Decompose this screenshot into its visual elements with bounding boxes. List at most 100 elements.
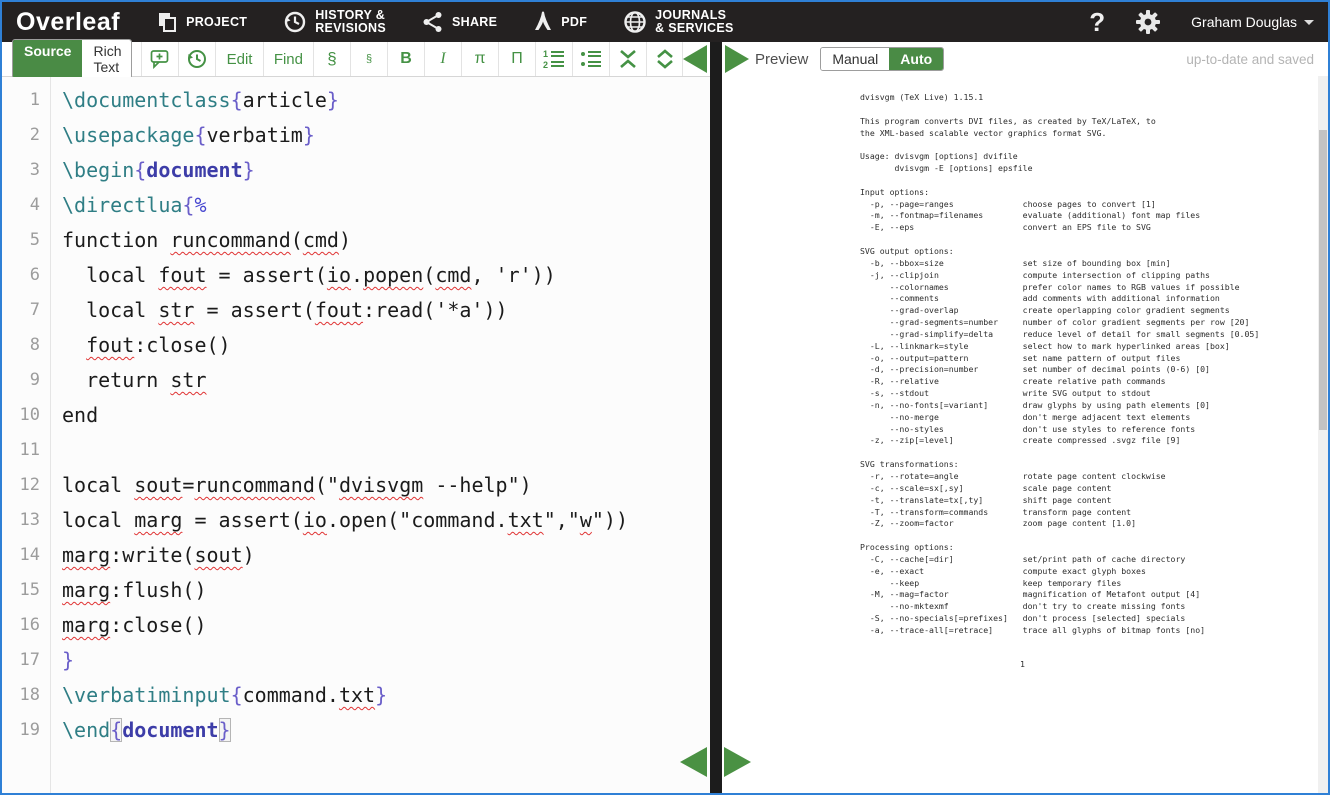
line-number[interactable]: 14: [2, 538, 50, 573]
line-number[interactable]: 11: [2, 433, 50, 468]
expand-preview-arrow[interactable]: [725, 45, 749, 73]
line-number[interactable]: 7: [2, 293, 50, 328]
code-text[interactable]: }: [50, 643, 74, 678]
display-math-button[interactable]: Π: [498, 42, 535, 76]
preview-scrollbar-track[interactable]: [1318, 76, 1328, 793]
nav-item-pdf[interactable]: PDF: [533, 11, 587, 33]
collapse-icon: [618, 49, 638, 69]
subsection-button[interactable]: §: [350, 42, 387, 76]
line-number[interactable]: 13: [2, 503, 50, 538]
help-button[interactable]: ?: [1089, 7, 1105, 38]
line-number[interactable]: 8: [2, 328, 50, 363]
pdf-page-number: 1: [1020, 659, 1025, 669]
code-line[interactable]: 13local marg = assert(io.open("command.t…: [2, 503, 710, 538]
code-line[interactable]: 16marg:close(): [2, 608, 710, 643]
pane-divider[interactable]: [710, 42, 722, 793]
line-number[interactable]: 15: [2, 573, 50, 608]
inline-math-button[interactable]: π: [461, 42, 498, 76]
code-text[interactable]: \usepackage{verbatim}: [50, 118, 315, 153]
code-text[interactable]: \documentclass{article}: [50, 83, 339, 118]
line-number[interactable]: 1: [2, 83, 50, 118]
code-line[interactable]: 10end: [2, 398, 710, 433]
source-editor[interactable]: 1\documentclass{article}2\usepackage{ver…: [2, 77, 710, 793]
code-text[interactable]: \directlua{%: [50, 188, 207, 223]
code-line[interactable]: 14marg:write(sout): [2, 538, 710, 573]
richtext-mode-button[interactable]: Rich Text: [82, 40, 132, 78]
line-number[interactable]: 5: [2, 223, 50, 258]
line-number[interactable]: 4: [2, 188, 50, 223]
overleaf-logo[interactable]: Overleaf: [16, 8, 120, 37]
edit-menu-button[interactable]: Edit: [215, 42, 263, 76]
line-number[interactable]: 12: [2, 468, 50, 503]
bullet-list-button[interactable]: [572, 42, 609, 76]
expand-preview-arrow[interactable]: [724, 747, 751, 777]
code-line[interactable]: 9 return str: [2, 363, 710, 398]
code-line[interactable]: 3\begin{document}: [2, 153, 710, 188]
line-number[interactable]: 16: [2, 608, 50, 643]
code-text[interactable]: \begin{document}: [50, 153, 255, 188]
code-line[interactable]: 6 local fout = assert(io.popen(cmd, 'r')…: [2, 258, 710, 293]
add-comment-button[interactable]: [141, 42, 178, 76]
numbered-list-button[interactable]: 1 2: [535, 42, 572, 76]
line-number[interactable]: 2: [2, 118, 50, 153]
code-text[interactable]: \verbatiminput{command.txt}: [50, 678, 387, 713]
code-line[interactable]: 12local sout=runcommand("dvisvgm --help"…: [2, 468, 710, 503]
code-text[interactable]: marg:close(): [50, 608, 207, 643]
unfold-less-button[interactable]: [609, 42, 646, 76]
code-text[interactable]: \end{document}: [50, 713, 231, 748]
code-text[interactable]: [50, 433, 62, 468]
nav-item-history-revisions[interactable]: HISTORY & REVISIONS: [283, 9, 386, 35]
line-number[interactable]: 18: [2, 678, 50, 713]
code-text[interactable]: return str: [50, 363, 207, 398]
code-line[interactable]: 5function runcommand(cmd): [2, 223, 710, 258]
line-number[interactable]: 17: [2, 643, 50, 678]
find-button[interactable]: Find: [263, 42, 313, 76]
preview-scrollbar-thumb[interactable]: [1319, 130, 1327, 430]
code-text[interactable]: local marg = assert(io.open("command.txt…: [50, 503, 628, 538]
nav-item-share[interactable]: SHARE: [422, 11, 497, 33]
auto-compile-button[interactable]: Auto: [889, 48, 943, 70]
code-text[interactable]: local sout=runcommand("dvisvgm --help"): [50, 468, 532, 503]
code-line[interactable]: 8 fout:close(): [2, 328, 710, 363]
code-line[interactable]: 18\verbatiminput{command.txt}: [2, 678, 710, 713]
line-number[interactable]: 3: [2, 153, 50, 188]
italic-button[interactable]: I: [424, 42, 461, 76]
line-number[interactable]: 19: [2, 713, 50, 748]
code-line[interactable]: 4\directlua{%: [2, 188, 710, 223]
collapse-editor-arrow[interactable]: [680, 747, 707, 777]
code-text[interactable]: marg:write(sout): [50, 538, 255, 573]
collapse-editor-arrow[interactable]: [683, 45, 707, 73]
code-line[interactable]: 7 local str = assert(fout:read('*a')): [2, 293, 710, 328]
code-text[interactable]: fout:close(): [50, 328, 231, 363]
line-number[interactable]: 10: [2, 398, 50, 433]
code-text[interactable]: local fout = assert(io.popen(cmd, 'r')): [50, 258, 556, 293]
bold-button[interactable]: B: [387, 42, 424, 76]
nav-item-journals-services[interactable]: JOURNALS & SERVICES: [623, 9, 734, 35]
code-text[interactable]: marg:flush(): [50, 573, 207, 608]
nav-item-project[interactable]: PROJECT: [156, 11, 247, 33]
source-mode-button[interactable]: Source: [13, 40, 82, 78]
share-icon: [422, 11, 444, 33]
user-menu[interactable]: Graham Douglas: [1191, 14, 1314, 30]
nav-item-label: SHARE: [452, 16, 497, 29]
unfold-more-button[interactable]: [646, 42, 683, 76]
pdf-preview[interactable]: dvisvgm (TeX Live) 1.15.1 This program c…: [722, 76, 1328, 793]
svg-text:1: 1: [543, 49, 548, 59]
code-line[interactable]: 1\documentclass{article}: [2, 83, 710, 118]
code-line[interactable]: 19\end{document}: [2, 713, 710, 748]
line-number[interactable]: 6: [2, 258, 50, 293]
code-line[interactable]: 17}: [2, 643, 710, 678]
code-line[interactable]: 15marg:flush(): [2, 573, 710, 608]
code-line[interactable]: 11: [2, 433, 710, 468]
track-changes-button[interactable]: [178, 42, 215, 76]
section-button[interactable]: §: [313, 42, 350, 76]
code-text[interactable]: function runcommand(cmd): [50, 223, 351, 258]
code-lines: 1\documentclass{article}2\usepackage{ver…: [2, 83, 710, 748]
gear-icon[interactable]: [1135, 9, 1161, 35]
nav-item-label: HISTORY & REVISIONS: [315, 9, 386, 35]
line-number[interactable]: 9: [2, 363, 50, 398]
manual-compile-button[interactable]: Manual: [821, 48, 889, 70]
code-text[interactable]: end: [50, 398, 98, 433]
code-line[interactable]: 2\usepackage{verbatim}: [2, 118, 710, 153]
code-text[interactable]: local str = assert(fout:read('*a')): [50, 293, 508, 328]
